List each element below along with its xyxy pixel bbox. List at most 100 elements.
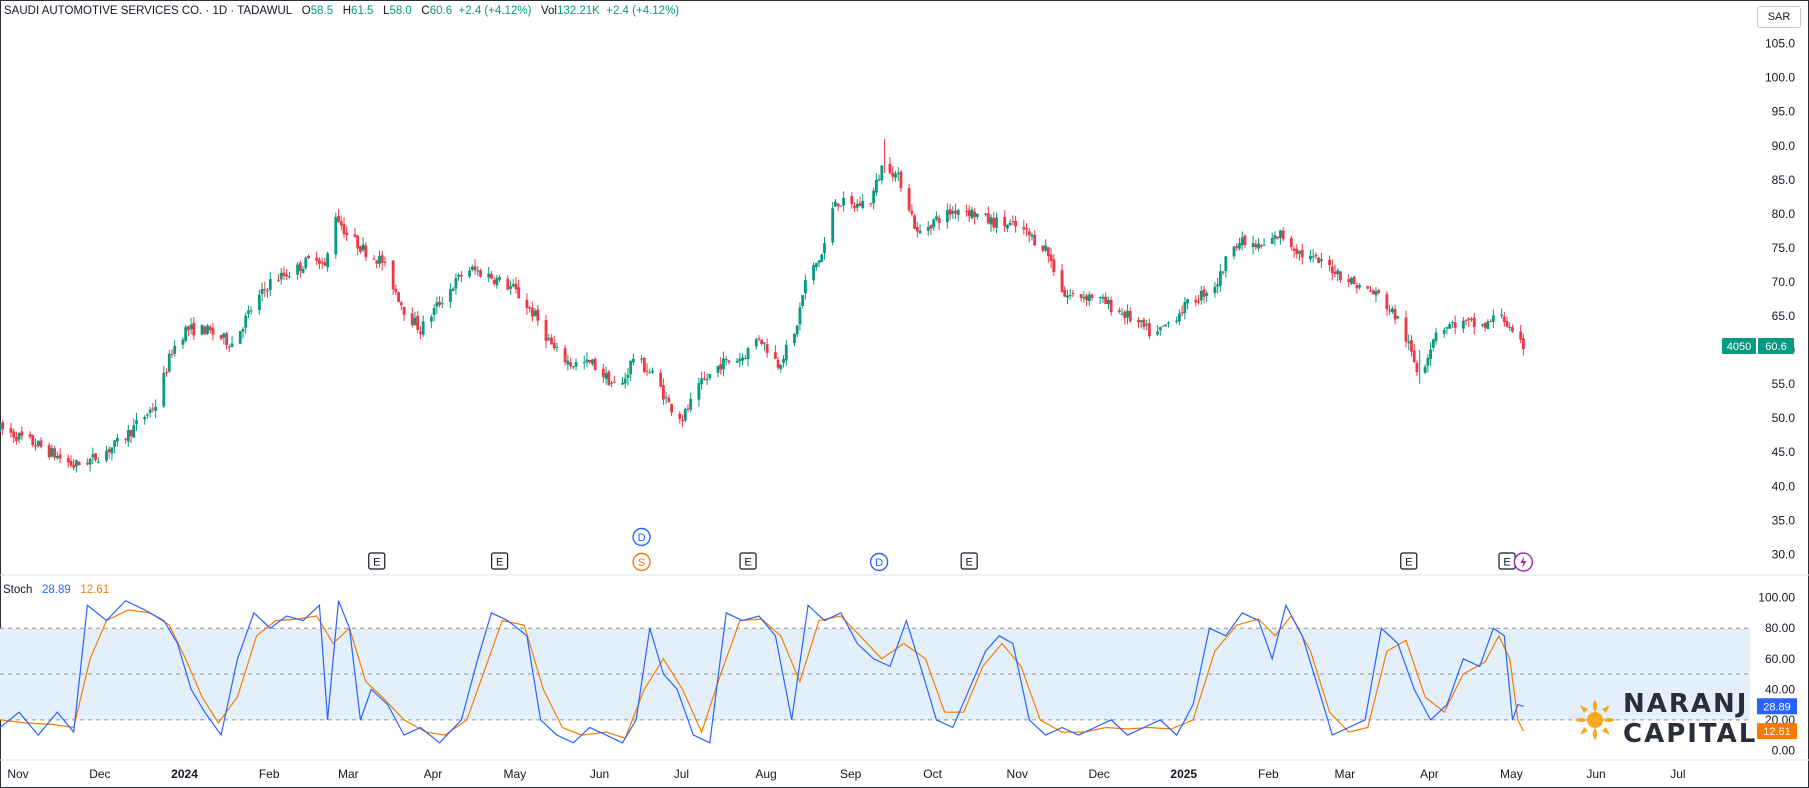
candle-body <box>1082 297 1086 299</box>
candle-body <box>1 422 5 430</box>
candle-body <box>320 261 324 264</box>
chart-canvas[interactable]: E E D S E D E E E 105.0 100.0 95.0 90.0 85.0 80.0 75.0… <box>0 0 1809 788</box>
candle-213 <box>814 263 818 271</box>
candle-body <box>918 230 922 234</box>
candle-86 <box>326 251 330 272</box>
candle-380 <box>1451 320 1454 328</box>
candle-106 <box>402 306 406 321</box>
candle-body <box>929 225 933 229</box>
candle-body <box>814 263 818 268</box>
candle-body <box>230 343 234 347</box>
candle-46 <box>173 340 177 357</box>
price-tick-5: 80.0 <box>1772 207 1796 221</box>
event-marker-flash[interactable] <box>1513 552 1534 572</box>
candle-body <box>563 348 567 363</box>
candle-289 <box>1104 292 1108 304</box>
candle-305 <box>1164 324 1168 328</box>
candle-60 <box>227 344 231 352</box>
candle-body <box>836 203 840 207</box>
candle-362 <box>1385 291 1389 316</box>
event-marker-e[interactable]: E <box>739 552 757 570</box>
candle-body <box>574 362 578 367</box>
candle-body <box>629 360 633 375</box>
event-marker-e[interactable]: E <box>1498 552 1516 570</box>
candle-204 <box>779 363 783 373</box>
candle-body <box>77 461 81 466</box>
currency-button[interactable]: SAR <box>1757 6 1801 28</box>
candle-body <box>1128 311 1132 322</box>
price-tick-4: 85.0 <box>1772 173 1796 187</box>
candle-body <box>937 218 941 223</box>
candle-291 <box>1109 296 1113 316</box>
candle-body <box>135 420 138 424</box>
candle-body <box>593 358 597 370</box>
candle-body <box>986 213 990 224</box>
candle-body <box>247 310 250 314</box>
candle-body <box>391 260 395 290</box>
candle-282 <box>1079 293 1083 302</box>
candle-189 <box>722 351 725 377</box>
candle-375 <box>1431 338 1435 352</box>
candle-320 <box>1221 270 1225 276</box>
time-tick-19: Jun <box>1586 767 1605 781</box>
candle-209 <box>798 302 802 331</box>
candle-229 <box>874 173 878 196</box>
candle-body <box>1126 310 1129 318</box>
symbol-title[interactable]: SAUDI AUTOMOTIVE SERVICES CO. · 1D · TAD… <box>4 5 292 17</box>
candle-82 <box>315 251 319 266</box>
candle-body <box>601 368 605 377</box>
candle-275 <box>1049 247 1053 269</box>
candle-body <box>1085 295 1088 301</box>
candle-382 <box>1461 317 1465 333</box>
event-marker-e[interactable]: E <box>368 552 386 570</box>
candle-25 <box>94 453 97 462</box>
candle-290 <box>1107 296 1110 310</box>
candle-300 <box>1145 319 1149 331</box>
candle-366 <box>1396 315 1400 320</box>
event-marker-d[interactable]: D <box>869 552 889 572</box>
candle-body <box>899 171 903 189</box>
candle-body <box>659 372 663 387</box>
candle-body <box>222 333 226 338</box>
candle-2 <box>9 423 13 438</box>
candle-body <box>874 179 878 193</box>
candle-197 <box>754 337 758 350</box>
earnings-icon-letter: E <box>1405 557 1412 569</box>
candle-body <box>623 378 627 384</box>
stoch-legend[interactable]: Stoch 28.89 12.61 <box>3 584 109 596</box>
event-marker-e[interactable]: E <box>960 552 978 570</box>
event-marker-e[interactable]: E <box>491 552 509 570</box>
candle-346 <box>1319 252 1323 269</box>
event-marker-d[interactable]: D <box>632 527 651 547</box>
candle-311 <box>1186 298 1189 310</box>
candle-body <box>14 436 18 442</box>
event-marker-e[interactable]: E <box>1400 552 1418 570</box>
candle-body <box>915 227 919 232</box>
event-marker-s[interactable]: S <box>632 552 651 572</box>
candle-body <box>380 255 384 263</box>
candle-body <box>951 211 955 214</box>
candle-body <box>820 254 824 262</box>
candle-145 <box>552 335 556 351</box>
candle-body <box>1251 243 1255 247</box>
candle-body <box>17 433 21 440</box>
candle-body <box>337 215 340 223</box>
candle-body <box>1139 320 1143 323</box>
candle-98 <box>375 259 379 269</box>
time-tick-10: Sep <box>840 767 862 781</box>
candle-122 <box>468 266 471 279</box>
candle-335 <box>1279 229 1282 245</box>
naranj-logo: NARANJ CAPITAL <box>1573 690 1755 752</box>
candle-body <box>1442 329 1446 334</box>
time-tick-6: May <box>504 767 527 781</box>
candle-329 <box>1257 237 1260 252</box>
candle-body <box>1445 327 1449 329</box>
candle-body <box>1295 248 1299 255</box>
candle-body <box>416 315 420 330</box>
candle-body <box>277 280 280 282</box>
candle-333 <box>1273 231 1277 246</box>
candle-body <box>1522 338 1525 350</box>
candle-body <box>536 309 540 321</box>
candle-body <box>260 288 264 294</box>
candle-body <box>697 383 701 400</box>
